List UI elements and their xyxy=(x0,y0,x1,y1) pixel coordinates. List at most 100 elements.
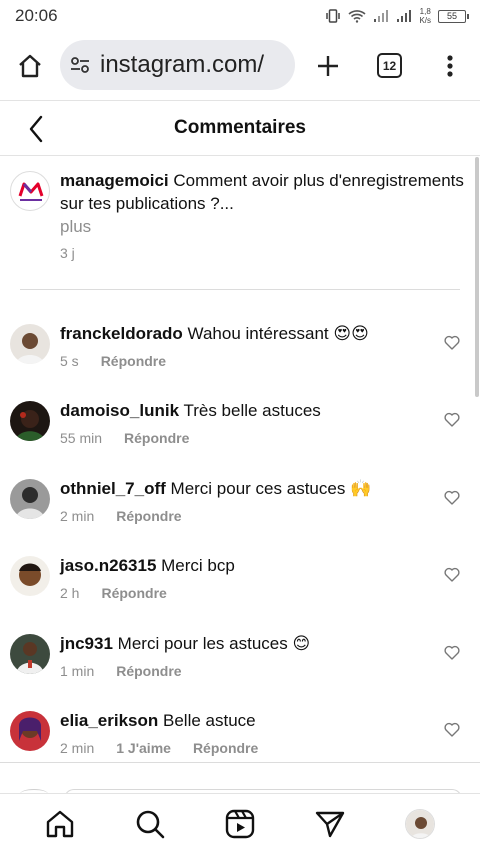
comment-text: jnc931 Merci pour les astuces 😊 xyxy=(60,634,430,654)
comment-item: jnc931 Merci pour les astuces 😊 1 min Ré… xyxy=(0,634,480,694)
caption-text: managemoici Comment avoir plus d'enregis… xyxy=(60,169,475,238)
comment-item: jaso.n26315 Merci bcp 2 h Répondre xyxy=(0,556,480,616)
heart-icon xyxy=(444,490,460,505)
reply-button[interactable]: Répondre xyxy=(124,430,189,446)
more-vert-icon xyxy=(447,55,453,77)
comment-item: damoiso_lunik Très belle astuces 55 min … xyxy=(0,401,480,461)
new-tab-button[interactable] xyxy=(306,46,350,86)
status-time: 20:06 xyxy=(15,6,58,25)
tabs-button[interactable]: 12 xyxy=(377,53,402,78)
divider xyxy=(20,289,460,290)
comment-username[interactable]: franckeldorado xyxy=(60,324,183,343)
comment-age: 55 min xyxy=(60,430,103,446)
comment-age: 1 min xyxy=(60,663,95,679)
reply-button[interactable]: Répondre xyxy=(101,353,166,369)
net-speed-value: 1,8 xyxy=(419,7,431,16)
comment-text: othniel_7_off Merci pour ces astuces 🙌 xyxy=(60,479,430,499)
signal-icon xyxy=(397,10,412,22)
post-caption: managemoici Comment avoir plus d'enregis… xyxy=(0,157,480,290)
nav-home-button[interactable] xyxy=(30,799,90,849)
reply-button[interactable]: Répondre xyxy=(101,585,166,601)
vibrate-icon xyxy=(326,9,341,23)
battery-icon: 55 xyxy=(438,9,469,23)
caption-username[interactable]: managemoici xyxy=(60,171,169,190)
comment-meta: 2 h Répondre xyxy=(60,585,167,601)
comment-age: 2 min xyxy=(60,740,95,756)
likes-count[interactable]: 1 J'aime xyxy=(116,740,171,756)
plus-icon xyxy=(318,56,338,76)
caption-age: 3 j xyxy=(60,245,75,261)
avatar[interactable] xyxy=(10,324,50,364)
avatar[interactable] xyxy=(10,634,50,674)
reply-button[interactable]: Répondre xyxy=(116,663,181,679)
comment-age: 5 s xyxy=(60,353,79,369)
comment-username[interactable]: damoiso_lunik xyxy=(60,401,179,420)
like-button[interactable] xyxy=(442,564,462,584)
net-speed: 1,8 K/s xyxy=(419,7,431,25)
reels-icon xyxy=(225,809,255,839)
heart-icon xyxy=(444,412,460,427)
tab-count: 12 xyxy=(382,58,397,73)
nav-direct-button[interactable] xyxy=(300,799,360,849)
avatar-photo xyxy=(10,556,50,596)
comment-text: damoiso_lunik Très belle astuces xyxy=(60,401,430,421)
comment-meta: 2 min 1 J'aime Répondre xyxy=(60,740,258,756)
url-text[interactable]: instagram.com/ xyxy=(100,51,264,79)
like-button[interactable] xyxy=(442,487,462,507)
comments-header: Commentaires xyxy=(0,100,480,156)
nav-search-button[interactable] xyxy=(120,799,180,849)
avatar[interactable] xyxy=(10,171,50,211)
like-button[interactable] xyxy=(442,642,462,662)
home-icon xyxy=(46,810,74,838)
net-speed-unit: K/s xyxy=(419,16,431,25)
address-bar[interactable]: instagram.com/ xyxy=(60,40,295,90)
comment-age: 2 h xyxy=(60,585,80,601)
avatar-photo xyxy=(10,324,50,364)
comment-username[interactable]: jaso.n26315 xyxy=(60,556,156,575)
like-button[interactable] xyxy=(442,409,462,429)
avatar[interactable] xyxy=(10,556,50,596)
heart-icon xyxy=(444,645,460,660)
comment-username[interactable]: othniel_7_off xyxy=(60,479,166,498)
more-link[interactable]: plus xyxy=(60,215,475,238)
comment-item: othniel_7_off Merci pour ces astuces 🙌 2… xyxy=(0,479,480,539)
reply-button[interactable]: Répondre xyxy=(193,740,258,756)
comment-meta: 55 min Répondre xyxy=(60,430,189,446)
comment-text: jaso.n26315 Merci bcp xyxy=(60,556,430,576)
status-bar: 20:06 1,8 K/s 55 xyxy=(0,0,480,32)
nav-profile-button[interactable] xyxy=(390,799,450,849)
like-button[interactable] xyxy=(442,332,462,352)
status-icons: 1,8 K/s 55 xyxy=(325,7,469,25)
avatar[interactable] xyxy=(10,401,50,441)
home-icon xyxy=(19,54,41,78)
comment-meta: 1 min Répondre xyxy=(60,663,182,679)
profile-avatar xyxy=(405,809,435,839)
reply-button[interactable]: Répondre xyxy=(116,508,181,524)
back-button[interactable] xyxy=(20,113,52,145)
comment-body: Très belle astuces xyxy=(183,401,321,420)
comment-username[interactable]: jnc931 xyxy=(60,634,113,653)
more-vert-button[interactable] xyxy=(434,46,466,86)
comment-composer xyxy=(0,762,480,799)
like-button[interactable] xyxy=(442,719,462,739)
signal-icon xyxy=(374,10,389,22)
site-settings-icon[interactable] xyxy=(69,54,91,76)
home-button[interactable] xyxy=(0,38,60,94)
avatar[interactable] xyxy=(10,479,50,519)
avatar-photo xyxy=(10,711,50,751)
nav-reels-button[interactable] xyxy=(210,799,270,849)
comment-username[interactable]: elia_erikson xyxy=(60,711,158,730)
comment-body: Merci bcp xyxy=(161,556,235,575)
comment-body: Merci pour ces astuces 🙌 xyxy=(170,479,372,498)
browser-toolbar: instagram.com/ 12 xyxy=(0,38,480,94)
managemoici-logo xyxy=(18,182,44,201)
heart-icon xyxy=(444,722,460,737)
comment-age: 2 min xyxy=(60,508,95,524)
avatar[interactable] xyxy=(10,711,50,751)
page-title: Commentaires xyxy=(174,117,306,138)
comment-meta: 5 s Répondre xyxy=(60,353,166,369)
wifi-icon xyxy=(348,10,366,23)
search-icon xyxy=(136,810,165,839)
comment-text: franckeldorado Wahou intéressant 😍😍 xyxy=(60,324,430,344)
comment-body: Wahou intéressant 😍😍 xyxy=(187,324,369,343)
